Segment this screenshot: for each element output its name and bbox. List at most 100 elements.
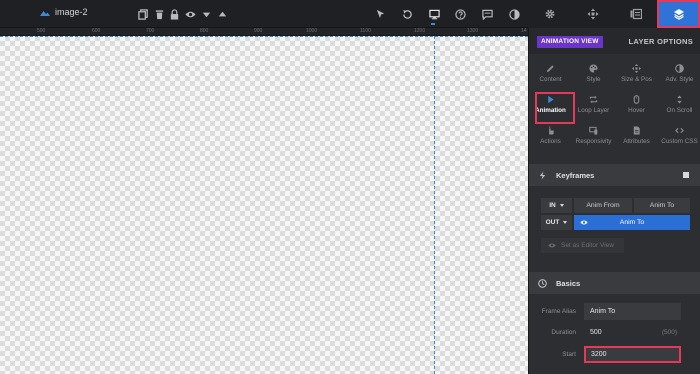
chat-icon[interactable] [480,7,494,21]
palette-icon [589,64,598,73]
contrast-icon[interactable] [507,7,521,21]
layers-icon [673,9,684,20]
ruler-tick: 1300 [467,28,479,34]
tool-label: Actions [540,138,561,145]
in-select[interactable]: IN [541,198,572,213]
tab-slides[interactable] [614,0,657,28]
copy-icon[interactable] [136,7,150,21]
editor-canvas[interactable] [0,36,528,374]
start-row: Start 3200 [529,346,700,363]
tool-attributes[interactable]: Attributes [615,126,658,151]
ruler-tick: 700 [146,28,155,34]
ruler-tick: 600 [92,28,101,34]
tool-on-scroll[interactable]: On Scroll [658,95,700,120]
horizontal-ruler: 500 600 700 800 900 1000 1100 1200 1300 … [0,28,528,36]
ruler-tick: 900 [254,28,263,34]
tab-layers[interactable] [657,0,700,28]
duration-label: Duration [551,329,576,336]
duration-value: 500 [590,329,602,336]
ruler-tick: 500 [37,28,46,34]
tool-label: Custom CSS [661,138,698,145]
slider-editor: image-2 500 600 700 800 900 1000 1100 12… [0,0,700,374]
tool-loop-layer[interactable]: Loop Layer [572,95,615,120]
layer-title[interactable]: image-2 [40,7,88,17]
gear-icon [545,9,554,19]
panel-header: ANIMATION VIEW LAYER OPTIONS [529,28,700,54]
ruler-tick: 1200 [414,28,426,34]
start-input[interactable]: 3200 [584,346,681,363]
basics-title: Basics [556,278,581,288]
clock-icon [538,278,547,288]
contrast-icon [675,64,684,73]
keyframe-anim-to-active[interactable]: Anim To [574,215,690,230]
editor-view-label: Set as Editor View [561,242,614,249]
start-value: 3200 [591,351,607,358]
tool-content[interactable]: Content [529,64,572,89]
out-select[interactable]: OUT [541,215,572,230]
frame-alias-row: Frame Alias Anim To [529,303,700,320]
loop-icon [589,95,598,104]
tool-custom-css[interactable]: Custom CSS [658,126,700,151]
slides-icon [630,8,642,20]
tool-actions[interactable]: Actions [529,126,572,151]
keyframe-anim-from[interactable]: Anim From [574,198,632,213]
desktop-icon[interactable] [427,7,441,21]
out-label: OUT [545,219,560,226]
duration-input[interactable]: 500 (500) [584,324,681,341]
tab-settings[interactable] [528,0,571,28]
tool-label: Hover [628,107,645,114]
ruler-tick: 800 [200,28,209,34]
trash-icon[interactable] [152,7,166,21]
animation-tool-highlight [535,92,575,124]
keyframe-active-label: Anim To [619,219,645,226]
image-layer-icon [40,11,50,16]
mouse-icon [633,95,640,104]
layer-title-text: image-2 [55,7,88,17]
bolt-icon [539,170,546,180]
keyframe-row-out: OUT Anim To [541,215,690,230]
eye-icon[interactable] [183,7,197,21]
tab-navigation[interactable] [571,0,614,28]
tool-label: Style [586,76,601,83]
caret-down-icon[interactable] [199,7,213,21]
eye-icon [548,243,556,248]
tool-label: Responsivity [575,138,612,145]
canvas-guide-horizontal [0,36,528,37]
in-label: IN [549,202,556,209]
keyframe-anim-to[interactable]: Anim To [634,198,690,213]
tool-label: Content [539,76,562,83]
tool-size-pos[interactable]: Size & Pos [615,64,658,89]
start-label: Start [562,351,576,358]
caret-up-icon[interactable] [215,7,229,21]
tool-label: Attributes [623,138,650,145]
set-editor-view-button[interactable]: Set as Editor View [541,238,624,253]
scroll-icon [677,95,682,104]
tool-style[interactable]: Style [572,64,615,89]
ruler-tick: 1100 [360,28,371,34]
undo-icon[interactable] [400,7,414,21]
basics-header[interactable]: Basics [529,272,700,294]
pencil-icon [546,65,554,73]
panel-tabs [528,0,700,28]
code-icon [675,127,684,134]
tool-label: Loop Layer [577,107,610,114]
tool-label: Size & Pos [621,76,652,83]
animation-view-badge[interactable]: ANIMATION VIEW [537,36,603,48]
keyframes-title: Keyframes [556,170,595,180]
frame-alias-label: Frame Alias [541,308,576,315]
keyframes-header[interactable]: Keyframes [529,164,700,186]
stop-icon[interactable] [683,172,689,178]
chevron-down-icon [563,221,568,224]
active-device-indicator [431,23,435,25]
tool-hover[interactable]: Hover [615,95,658,120]
cursor-icon[interactable] [373,7,387,21]
lock-icon[interactable] [167,7,181,21]
layer-options-title[interactable]: LAYER OPTIONS [629,37,693,46]
help-icon[interactable] [453,7,467,21]
frame-alias-value: Anim To [590,308,616,315]
canvas-guide-vertical[interactable] [434,36,435,374]
tool-adv-style[interactable]: Adv. Style [658,64,700,89]
ruler-tick: 14 [521,28,527,34]
frame-alias-input[interactable]: Anim To [584,303,681,320]
tool-responsivity[interactable]: Responsivity [572,126,615,151]
